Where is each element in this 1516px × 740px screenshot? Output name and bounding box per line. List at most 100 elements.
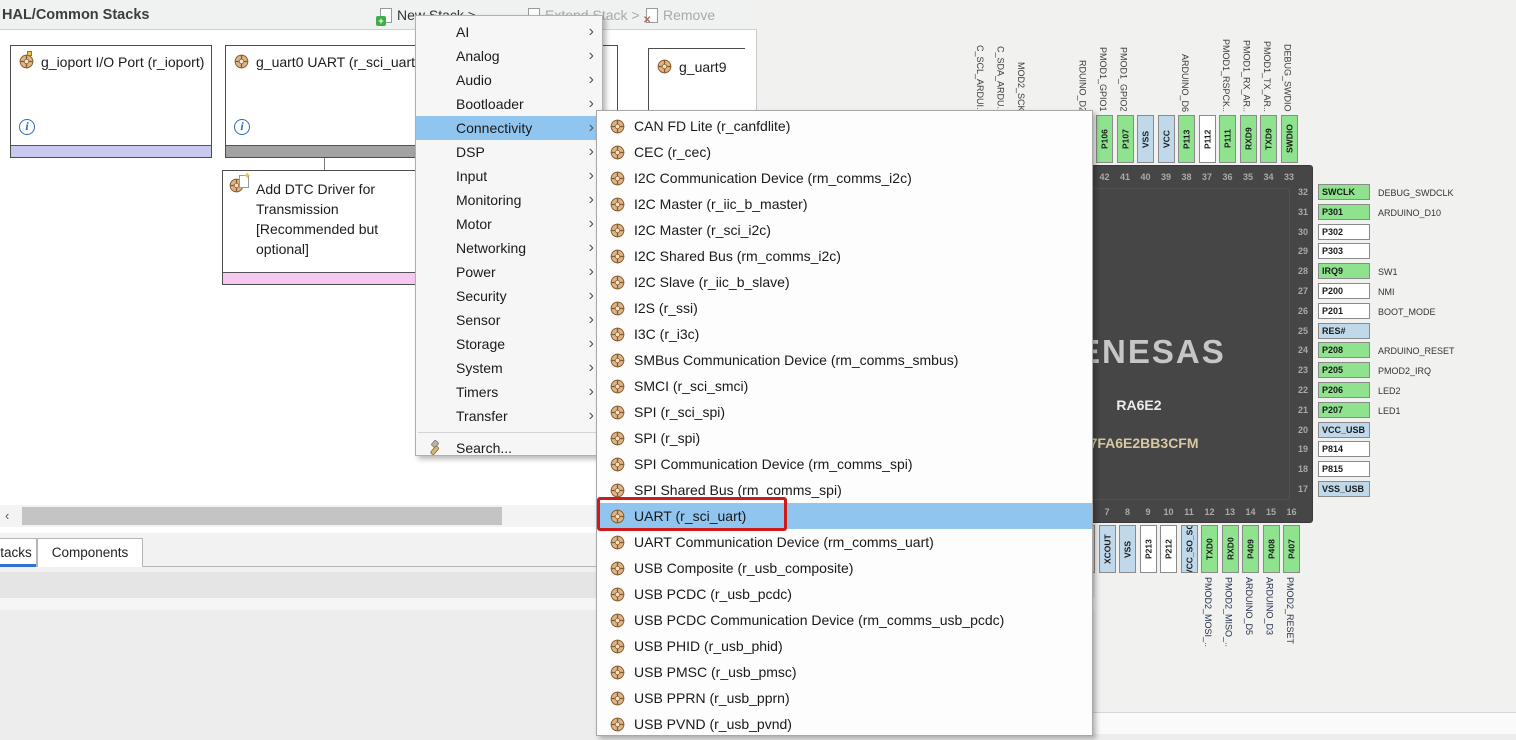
menu-item-ai[interactable]: AI › — [416, 20, 602, 44]
menu-item-search[interactable]: Search... — [416, 436, 602, 460]
menu-item-transfer[interactable]: Transfer › — [416, 404, 602, 428]
search-label: Search... — [456, 440, 513, 456]
pin-box-bottom-15[interactable]: P408 — [1262, 525, 1280, 573]
uart0-target-icon — [234, 54, 249, 74]
pin-box-top-42[interactable]: P106 — [1096, 115, 1113, 163]
pin-box-bottom-14[interactable]: P409 — [1242, 525, 1259, 573]
menu-item-audio[interactable]: Audio › — [416, 68, 602, 92]
submenu-item[interactable]: SPI (r_sci_spi) — [597, 399, 1092, 425]
submenu-item[interactable]: I2C Shared Bus (rm_comms_i2c) — [597, 243, 1092, 269]
pin-box-right-28[interactable]: IRQ9 — [1318, 263, 1370, 280]
submenu-item[interactable]: USB PCDC Communication Device (rm_comms_… — [597, 607, 1092, 633]
submenu-item[interactable]: I2C Master (r_iic_b_master) — [597, 191, 1092, 217]
info-icon[interactable]: i — [234, 119, 250, 135]
pin-box-top-41[interactable]: P107 — [1116, 115, 1134, 163]
submenu-item[interactable]: I2S (r_ssi) — [597, 295, 1092, 321]
submenu-item[interactable]: SMCI (r_sci_smci) — [597, 373, 1092, 399]
pin-box-bottom-12[interactable]: TXD0 — [1201, 525, 1218, 573]
module-target-icon — [610, 613, 625, 627]
menu-item-monitoring[interactable]: Monitoring › — [416, 188, 602, 212]
pin-signal-label-32: DEBUG_SWDCLK — [1378, 188, 1454, 198]
tab-components[interactable]: Components — [37, 538, 143, 567]
submenu-item[interactable]: CEC (r_cec) — [597, 139, 1092, 165]
submenu-item[interactable]: SMBus Communication Device (rm_comms_smb… — [597, 347, 1092, 373]
submenu-item[interactable]: SPI Communication Device (rm_comms_spi) — [597, 451, 1092, 477]
menu-item-label: Timers — [456, 384, 499, 400]
menu-item-bootloader[interactable]: Bootloader › — [416, 92, 602, 116]
pin-box-top-37[interactable]: P112 — [1198, 115, 1216, 163]
submenu-item[interactable]: I2C Communication Device (rm_comms_i2c) — [597, 165, 1092, 191]
submenu-item[interactable]: SPI (r_spi) — [597, 425, 1092, 451]
pin-box-right-17[interactable]: VSS_USB — [1318, 481, 1370, 497]
remove-button[interactable]: ✕ Remove — [643, 7, 715, 26]
pin-box-right-21[interactable]: P207 — [1318, 401, 1370, 418]
pin-box-bottom-13[interactable]: RXD0 — [1221, 525, 1239, 573]
pin-box-top-34[interactable]: TXD9 — [1260, 115, 1277, 163]
pin-box-right-26[interactable]: P201 — [1318, 302, 1370, 319]
info-icon[interactable]: i — [19, 119, 35, 135]
submenu-item[interactable]: USB PHID (r_usb_phid) — [597, 633, 1092, 659]
pin-box-right-22[interactable]: P206 — [1318, 382, 1370, 398]
submenu-item[interactable]: USB PCDC (r_usb_pcdc) — [597, 581, 1092, 607]
pin-box-bottom-10[interactable]: P212 — [1160, 525, 1177, 573]
scroll-left-arrow-icon[interactable]: ‹ — [5, 508, 9, 523]
menu-item-power[interactable]: Power › — [416, 260, 602, 284]
pin-box-right-30[interactable]: P302 — [1318, 223, 1370, 240]
menu-item-sensor[interactable]: Sensor › — [416, 308, 602, 332]
submenu-arrow-icon: › — [588, 287, 594, 304]
submenu-item[interactable]: USB PVND (r_usb_pvnd) — [597, 711, 1092, 737]
pin-box-top-40[interactable]: VSS — [1137, 115, 1154, 163]
pin-signal-label-22: LED2 — [1378, 386, 1401, 396]
menu-item-networking[interactable]: Networking › — [416, 236, 602, 260]
menu-item-security[interactable]: Security › — [416, 284, 602, 308]
pin-box-top-38[interactable]: P113 — [1178, 115, 1195, 163]
pin-box-bottom-8[interactable]: VSS — [1119, 525, 1136, 573]
menu-item-label: Transfer — [456, 408, 508, 424]
submenu-item[interactable]: USB PMSC (r_usb_pmsc) — [597, 659, 1092, 685]
pin-box-right-19[interactable]: P814 — [1318, 441, 1370, 458]
menu-item-connectivity[interactable]: Connectivity › — [416, 116, 602, 140]
submenu-item[interactable]: USB PPRN (r_usb_pprn) — [597, 685, 1092, 711]
pin-box-right-20[interactable]: VCC_USB — [1318, 421, 1370, 438]
pin-box-top-39[interactable]: VCC — [1157, 115, 1175, 163]
submenu-item[interactable]: I2C Master (r_sci_i2c) — [597, 217, 1092, 243]
fsp-configuration-window: HAL/Common Stacks +New Stack > Extend St… — [0, 0, 1516, 740]
tab-stacks[interactable]: Stacks — [0, 538, 37, 567]
submenu-item[interactable]: I2C Slave (r_iic_b_slave) — [597, 269, 1092, 295]
menu-item-analog[interactable]: Analog › — [416, 44, 602, 68]
menu-item-motor[interactable]: Motor › — [416, 212, 602, 236]
pin-signal-label-34: PMOD1_TX_AR.. — [1262, 40, 1272, 112]
menu-item-input[interactable]: Input › — [416, 164, 602, 188]
pin-number-26: 26 — [1297, 305, 1308, 316]
submenu-item[interactable]: I3C (r_i3c) — [597, 321, 1092, 347]
menu-item-storage[interactable]: Storage › — [416, 332, 602, 356]
submenu-arrow-icon: › — [588, 215, 594, 232]
pin-box-bottom-7[interactable]: XCOUT — [1098, 525, 1116, 573]
pin-box-top-36[interactable]: P111 — [1219, 115, 1236, 163]
pin-box-right-27[interactable]: P200 — [1318, 283, 1370, 299]
pin-box-right-25[interactable]: RES# — [1318, 322, 1370, 339]
stack-box-ioport[interactable]: g_ioport I/O Port (r_ioport) i — [10, 45, 212, 158]
scrollbar-thumb[interactable] — [22, 507, 502, 525]
pin-box-top-35[interactable]: RXD9 — [1239, 115, 1257, 163]
pin-box-bottom-11[interactable]: VCC_SO_SC — [1180, 525, 1198, 573]
pin-box-right-23[interactable]: P205 — [1318, 362, 1370, 379]
menu-item-timers[interactable]: Timers › — [416, 380, 602, 404]
module-target-icon — [610, 353, 625, 367]
submenu-item[interactable]: CAN FD Lite (r_canfdlite) — [597, 113, 1092, 139]
submenu-item[interactable]: UART Communication Device (rm_comms_uart… — [597, 529, 1092, 555]
submenu-list: CAN FD Lite (r_canfdlite) CEC (r_cec) I2… — [597, 113, 1092, 737]
pin-box-bottom-9[interactable]: P213 — [1139, 525, 1157, 573]
pin-box-right-18[interactable]: P815 — [1318, 461, 1370, 478]
pin-box-top-33[interactable]: SWDIO — [1280, 115, 1298, 163]
pin-box-right-24[interactable]: P208 — [1318, 342, 1370, 359]
pin-box-right-32[interactable]: SWCLK — [1318, 184, 1370, 200]
menu-item-system[interactable]: System › — [416, 356, 602, 380]
menu-item-label: Bootloader — [456, 96, 524, 112]
menu-item-dsp[interactable]: DSP › — [416, 140, 602, 164]
pin-box-right-31[interactable]: P301 — [1318, 203, 1370, 220]
submenu-item[interactable]: USB Composite (r_usb_composite) — [597, 555, 1092, 581]
pin-box-bottom-16[interactable]: P407 — [1283, 525, 1300, 573]
pin-box-right-29[interactable]: P303 — [1318, 243, 1370, 260]
submenu-item-label: CEC (r_cec) — [634, 144, 712, 160]
